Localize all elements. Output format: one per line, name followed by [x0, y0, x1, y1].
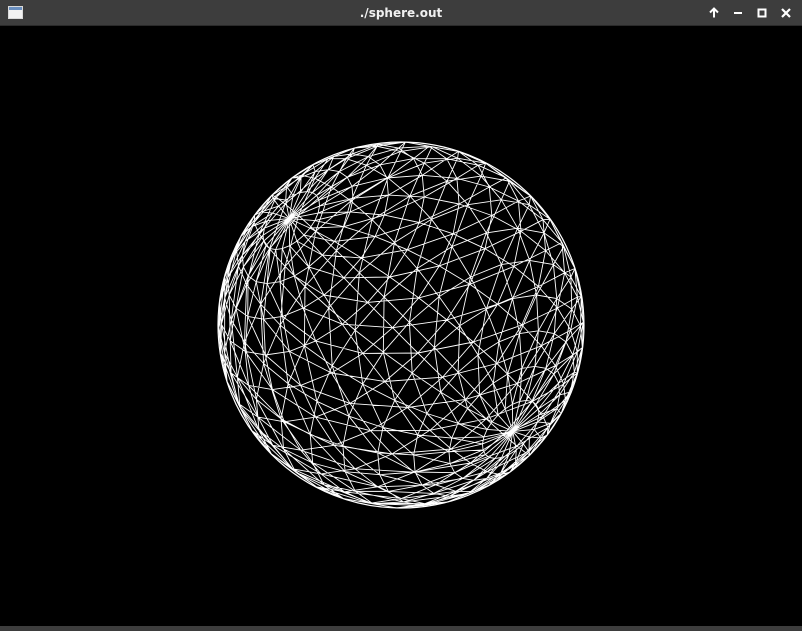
- window-bottom-border: [0, 626, 802, 631]
- arrow-up-icon[interactable]: [705, 4, 723, 22]
- app-window: ./sphere.out: [0, 0, 802, 631]
- close-icon[interactable]: [777, 4, 795, 22]
- maximize-icon[interactable]: [753, 4, 771, 22]
- window-title: ./sphere.out: [359, 6, 443, 20]
- sphere-mesh: [218, 141, 584, 509]
- window-icon[interactable]: [8, 6, 23, 19]
- title-bar[interactable]: ./sphere.out: [0, 0, 802, 26]
- render-canvas[interactable]: [0, 26, 802, 626]
- minimize-icon[interactable]: [729, 4, 747, 22]
- wireframe-sphere: [217, 141, 585, 509]
